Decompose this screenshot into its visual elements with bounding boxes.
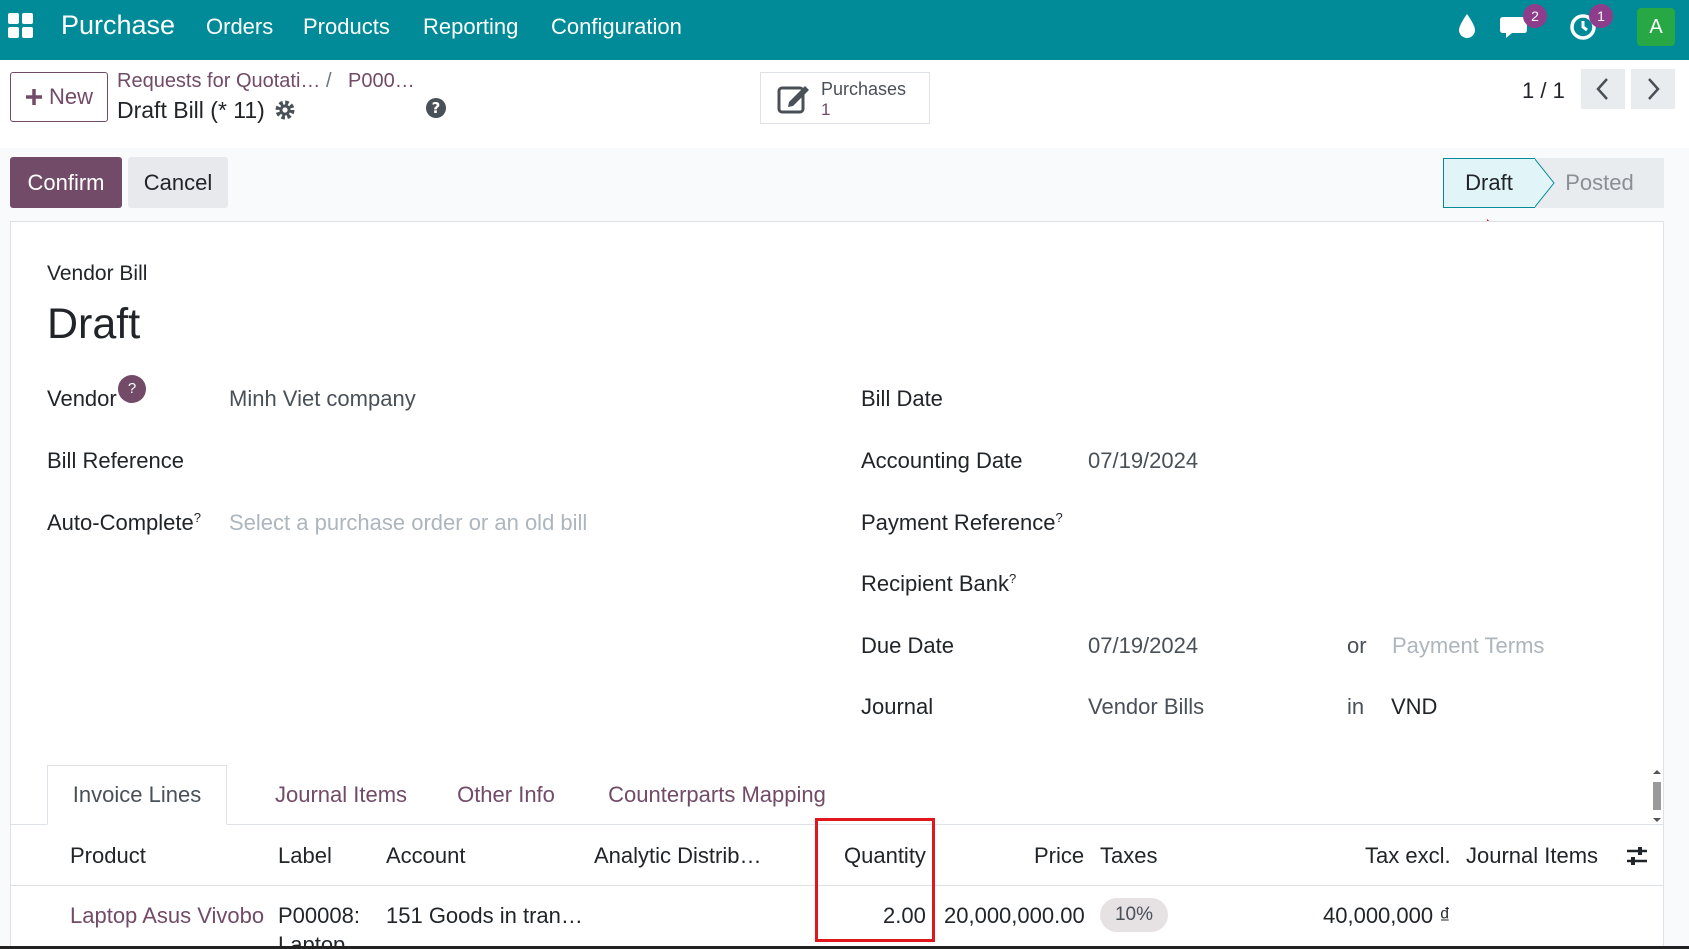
pager-value[interactable]: 1 / 1 xyxy=(1522,78,1565,104)
avatar[interactable]: A xyxy=(1637,8,1675,46)
row-account[interactable]: 151 Goods in tran… xyxy=(386,903,583,929)
column-tax-excl[interactable]: Tax excl. xyxy=(1365,843,1451,869)
auto-complete-label: Auto-Complete? xyxy=(47,510,201,536)
plus-icon xyxy=(25,89,42,105)
due-date-field[interactable]: 07/19/2024 xyxy=(1088,633,1198,659)
chevron-left-icon xyxy=(1596,78,1608,100)
help-mark[interactable]: ? xyxy=(1009,571,1016,586)
column-product[interactable]: Product xyxy=(70,843,146,869)
smart-button-value: 1 xyxy=(821,100,831,119)
column-taxes[interactable]: Taxes xyxy=(1100,843,1157,869)
help-icon[interactable]: ? xyxy=(425,97,447,119)
document-type: Vendor Bill xyxy=(47,262,148,285)
column-label[interactable]: Label xyxy=(278,843,332,869)
vendor-field[interactable]: Minh Viet company xyxy=(229,386,416,412)
scrollbar[interactable] xyxy=(1651,768,1663,824)
accounting-date-field[interactable]: 07/19/2024 xyxy=(1088,448,1198,474)
quantity-highlight-box xyxy=(815,818,935,942)
tab-journal-items[interactable]: Journal Items xyxy=(250,765,432,825)
apps-grid-icon[interactable] xyxy=(8,13,34,39)
payment-reference-label-text: Payment Reference xyxy=(861,510,1056,535)
optional-columns-icon[interactable] xyxy=(1625,844,1649,868)
messages-count-badge: 2 xyxy=(1523,4,1547,28)
activities-count-badge: 1 xyxy=(1589,4,1613,28)
menu-configuration[interactable]: Configuration xyxy=(551,14,682,40)
due-date-or: or xyxy=(1347,633,1367,658)
new-button-label: New xyxy=(48,84,93,109)
confirm-button[interactable]: Confirm xyxy=(10,157,122,208)
menu-reporting[interactable]: Reporting xyxy=(423,14,518,40)
row-label[interactable]: P00008: xyxy=(278,903,360,929)
row-product[interactable]: Laptop Asus Vivobo xyxy=(70,903,264,929)
currency-field[interactable]: VND xyxy=(1391,694,1437,720)
bill-reference-label: Bill Reference xyxy=(47,448,184,473)
top-navbar: Purchase Orders Products Reporting Confi… xyxy=(0,0,1689,60)
row-tax-badge[interactable]: 10% xyxy=(1100,898,1168,932)
menu-products[interactable]: Products xyxy=(303,14,390,40)
breadcrumb-parent[interactable]: Requests for Quotati… xyxy=(117,70,320,93)
recipient-bank-label: Recipient Bank? xyxy=(861,571,1016,597)
smart-button-label: Purchases xyxy=(821,79,907,99)
column-price[interactable]: Price xyxy=(1034,843,1084,869)
payment-terms-field[interactable]: Payment Terms xyxy=(1392,633,1544,659)
auto-complete-label-text: Auto-Complete xyxy=(47,510,194,535)
menu-orders[interactable]: Orders xyxy=(206,14,273,40)
edit-icon xyxy=(777,86,809,114)
row-label-continuation: Laptop xyxy=(278,932,346,946)
help-mark[interactable]: ? xyxy=(1055,510,1062,525)
journal-field[interactable]: Vendor Bills xyxy=(1088,694,1204,720)
status-bar: Posted Draft xyxy=(1443,158,1664,208)
gear-icon[interactable] xyxy=(274,99,296,121)
status-arrow xyxy=(1534,158,1555,208)
row-tax-excl: 40,000,000 ₫ xyxy=(1323,903,1451,928)
tab-other-info[interactable]: Other Info xyxy=(433,765,579,825)
record-state-title: Draft xyxy=(47,300,141,348)
cancel-button[interactable]: Cancel xyxy=(128,157,228,208)
help-mark[interactable]: ? xyxy=(194,510,201,525)
column-analytic-distribution[interactable]: Analytic Distrib… xyxy=(594,843,761,869)
journal-in: in xyxy=(1347,694,1365,719)
due-date-label: Due Date xyxy=(861,633,954,658)
journal-label: Journal xyxy=(861,694,934,719)
purchases-smart-button[interactable]: Purchases 1 xyxy=(760,72,930,124)
pager-next-button[interactable] xyxy=(1631,69,1675,109)
chevron-right-icon xyxy=(1648,78,1660,100)
column-journal-items[interactable]: Journal Items xyxy=(1466,843,1598,869)
payment-reference-label: Payment Reference? xyxy=(861,510,1063,536)
status-draft[interactable]: Draft xyxy=(1443,158,1535,208)
control-panel: New Requests for Quotati… / P000… Draft … xyxy=(0,60,1689,149)
column-account[interactable]: Account xyxy=(386,843,466,869)
vendor-help-badge[interactable]: ? xyxy=(118,375,146,403)
accounting-date-label: Accounting Date xyxy=(861,448,1023,473)
pager-previous-button[interactable] xyxy=(1581,69,1625,109)
vendor-label: Vendor xyxy=(47,386,117,411)
record-title: Draft Bill (* 11) xyxy=(117,97,265,123)
new-button[interactable]: New xyxy=(10,72,108,122)
bill-date-label: Bill Date xyxy=(861,386,943,411)
drop-icon[interactable] xyxy=(1457,13,1477,39)
app-name[interactable]: Purchase xyxy=(61,10,175,41)
tab-counterparts-mapping[interactable]: Counterparts Mapping xyxy=(581,765,853,825)
recipient-bank-label-text: Recipient Bank xyxy=(861,571,1009,596)
breadcrumb-separator: / xyxy=(326,70,332,92)
auto-complete-field[interactable]: Select a purchase order or an old bill xyxy=(229,510,587,536)
breadcrumb-child[interactable]: P000… xyxy=(348,70,415,93)
tab-invoice-lines[interactable]: Invoice Lines xyxy=(47,765,227,825)
svg-text:?: ? xyxy=(432,99,441,117)
row-price[interactable]: 20,000,000.00 xyxy=(944,903,1085,929)
